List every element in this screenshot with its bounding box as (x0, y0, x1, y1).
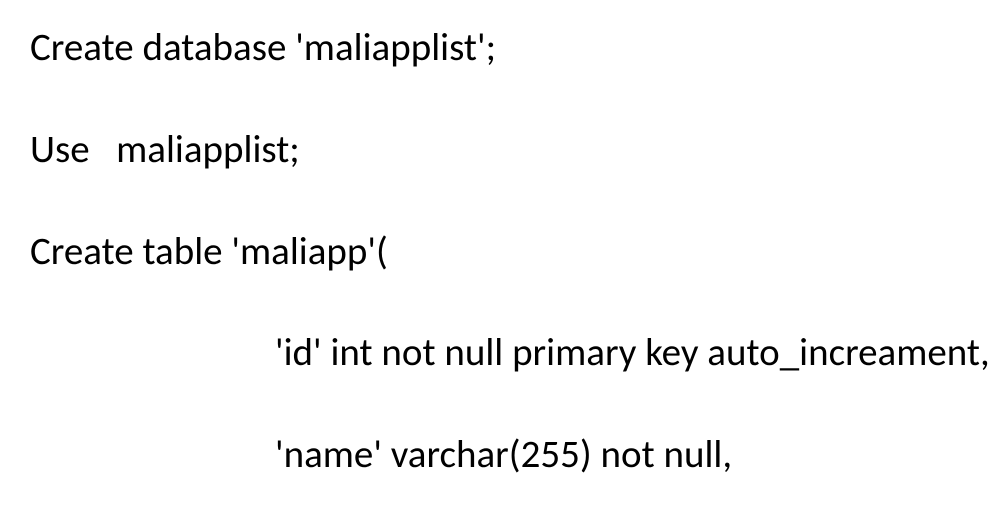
code-line-3: Create table 'maliapp'( (30, 229, 970, 276)
code-line-4: 'id' int not null primary key auto_incre… (30, 330, 970, 377)
code-line-2: Use maliapplist; (30, 127, 970, 174)
code-line-5: 'name' varchar(255) not null, (30, 432, 970, 479)
code-line-1: Create database 'maliapplist'; (30, 25, 970, 72)
